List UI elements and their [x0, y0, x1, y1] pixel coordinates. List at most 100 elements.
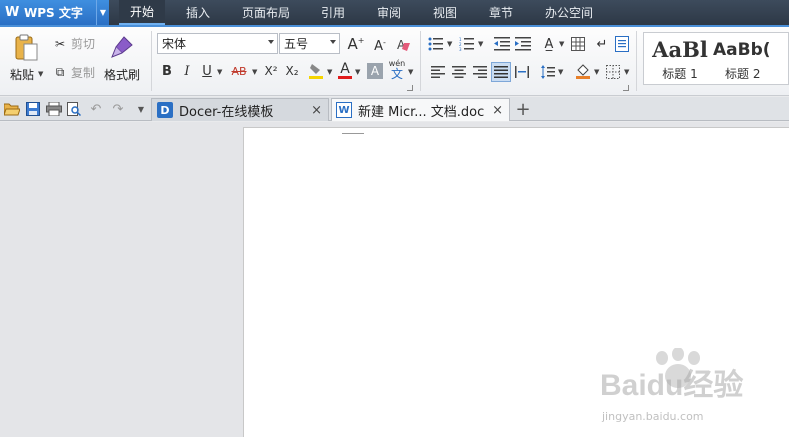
close-icon[interactable]: × — [311, 103, 322, 118]
clear-format-button[interactable]: A — [395, 36, 413, 54]
font-dialog-launcher-icon[interactable] — [407, 85, 413, 91]
word-doc-icon: W — [336, 102, 352, 118]
phonetic-dropdown-icon[interactable]: ▼ — [408, 68, 413, 76]
save-button[interactable] — [25, 101, 41, 117]
align-right-icon — [473, 66, 487, 78]
tab-label: Docer-在线模板 — [179, 104, 274, 120]
decrease-indent-button[interactable] — [494, 36, 510, 52]
paragraph-dialog-launcher-icon[interactable] — [623, 85, 629, 91]
highlighter-icon — [309, 64, 323, 79]
show-marks-button[interactable]: ↵ — [594, 36, 610, 52]
border-icon — [606, 65, 620, 79]
tab-insert[interactable]: 插入 — [175, 0, 221, 25]
close-icon[interactable]: × — [492, 103, 503, 118]
borders-dropdown-icon[interactable]: ▼ — [624, 68, 629, 76]
outdent-icon — [494, 37, 510, 51]
shading-dropdown-icon[interactable]: ▼ — [594, 68, 599, 76]
print-button[interactable] — [46, 101, 62, 117]
strikethrough-dropdown-icon[interactable]: ▼ — [252, 68, 257, 76]
shrink-font-icon: A — [374, 38, 383, 54]
highlight-dropdown-icon[interactable]: ▼ — [327, 68, 332, 76]
tab-page-layout[interactable]: 页面布局 — [233, 0, 299, 25]
shrink-font-button[interactable]: A- — [370, 37, 390, 55]
tab-home[interactable]: 开始 — [119, 0, 165, 25]
folder-open-icon — [4, 103, 20, 116]
table-button[interactable] — [570, 36, 586, 52]
paste-label[interactable]: 粘贴 — [10, 66, 34, 83]
line-spacing-button[interactable] — [540, 64, 556, 80]
print-preview-icon — [67, 102, 81, 116]
undo-icon[interactable]: ↶ — [88, 101, 104, 117]
page-margin-marker — [342, 128, 364, 134]
strikethrough-button[interactable]: AB — [227, 62, 251, 80]
tab-office-space[interactable]: 办公空间 — [535, 0, 603, 25]
new-tab-button[interactable]: + — [513, 99, 533, 120]
font-color-dropdown-icon[interactable]: ▼ — [355, 68, 360, 76]
underline-button[interactable]: U — [199, 62, 215, 80]
paste-dropdown-icon[interactable]: ▼ — [38, 70, 43, 78]
bullet-dropdown-icon[interactable]: ▼ — [447, 40, 452, 48]
align-left-button[interactable] — [430, 64, 446, 80]
justify-icon — [494, 66, 508, 78]
customize-toolbar-icon[interactable]: ▼ — [133, 101, 149, 117]
subscript-button[interactable]: X₂ — [283, 62, 301, 80]
grow-font-button[interactable]: A + — [346, 35, 366, 53]
copy-button[interactable]: ⧉ 复制 — [52, 64, 95, 81]
distributed-align-icon — [515, 66, 529, 78]
tab-references[interactable]: 引用 — [310, 0, 356, 25]
copy-label: 复制 — [71, 66, 96, 80]
superscript-button[interactable]: X² — [262, 62, 280, 80]
align-center-button[interactable] — [451, 64, 467, 80]
print-preview-button[interactable] — [66, 101, 82, 117]
bullet-list-button[interactable] — [428, 36, 444, 52]
align-right-button[interactable] — [472, 64, 488, 80]
tab-label: 新建 Micr... 文档.doc — [358, 104, 485, 120]
paintbrush-icon — [111, 36, 133, 58]
eraser-icon: A — [397, 38, 410, 52]
chevron-down-icon[interactable]: ▼ — [96, 0, 109, 25]
highlight-button[interactable] — [307, 61, 325, 81]
shading-button[interactable] — [574, 62, 592, 80]
printer-icon — [46, 102, 62, 116]
font-name-select[interactable]: 宋体 — [157, 33, 278, 54]
increase-indent-button[interactable] — [515, 36, 531, 52]
font-color-icon: A — [340, 60, 350, 77]
style-heading-2[interactable]: AaBb( 标题 2 — [713, 37, 789, 85]
phonetic-guide-button[interactable]: wén 文 — [388, 58, 406, 80]
tab-chapter[interactable]: 章节 — [478, 0, 524, 25]
menu-bar: W WPS 文字 ▼ 开始 插入 页面布局 引用 审阅 视图 章节 办公空间 — [0, 0, 789, 27]
watermark-brand: Baidu经验 — [600, 369, 744, 402]
tab-view[interactable]: 视图 — [422, 0, 468, 25]
justify-button[interactable] — [491, 62, 511, 82]
font-size-value: 五号 — [284, 37, 309, 51]
tab-document[interactable]: W 新建 Micr... 文档.doc × — [331, 98, 510, 121]
style-heading-1[interactable]: AaBl 标题 1 — [647, 37, 713, 85]
phonetic-icon: 文 — [390, 66, 403, 81]
char-shading-button[interactable]: A — [367, 63, 383, 79]
bold-button[interactable]: B — [159, 62, 175, 80]
text-direction-button[interactable]: A̲ — [540, 35, 558, 53]
italic-button[interactable]: I — [179, 62, 195, 80]
text-direction-dropdown-icon[interactable]: ▼ — [559, 40, 564, 48]
tab-docer-templates[interactable]: D Docer-在线模板 × — [151, 98, 329, 121]
format-painter-label[interactable]: 格式刷 — [104, 66, 140, 83]
tab-review[interactable]: 审阅 — [366, 0, 412, 25]
redo-icon[interactable]: ↷ — [110, 101, 126, 117]
underline-dropdown-icon[interactable]: ▼ — [217, 68, 222, 76]
document-map-button[interactable] — [614, 35, 630, 53]
font-size-select[interactable]: 五号 — [279, 33, 340, 54]
save-icon — [26, 102, 40, 116]
cut-button[interactable]: ✂ 剪切 — [52, 35, 95, 52]
line-spacing-dropdown-icon[interactable]: ▼ — [558, 68, 563, 76]
format-painter-button[interactable] — [108, 33, 136, 63]
paste-button[interactable] — [12, 33, 40, 63]
numbering-dropdown-icon[interactable]: ▼ — [478, 40, 483, 48]
distributed-align-button[interactable] — [514, 64, 530, 80]
borders-button[interactable] — [605, 64, 621, 80]
font-color-button[interactable]: A — [337, 60, 353, 80]
app-menu-button[interactable]: W WPS 文字 ▼ — [0, 0, 109, 25]
scissors-icon: ✂ — [54, 36, 66, 51]
watermark: Baidu经验 jingyan.baidu.com — [600, 348, 785, 432]
numbered-list-button[interactable]: 1 2 3 — [459, 36, 475, 52]
open-button[interactable] — [4, 101, 20, 117]
